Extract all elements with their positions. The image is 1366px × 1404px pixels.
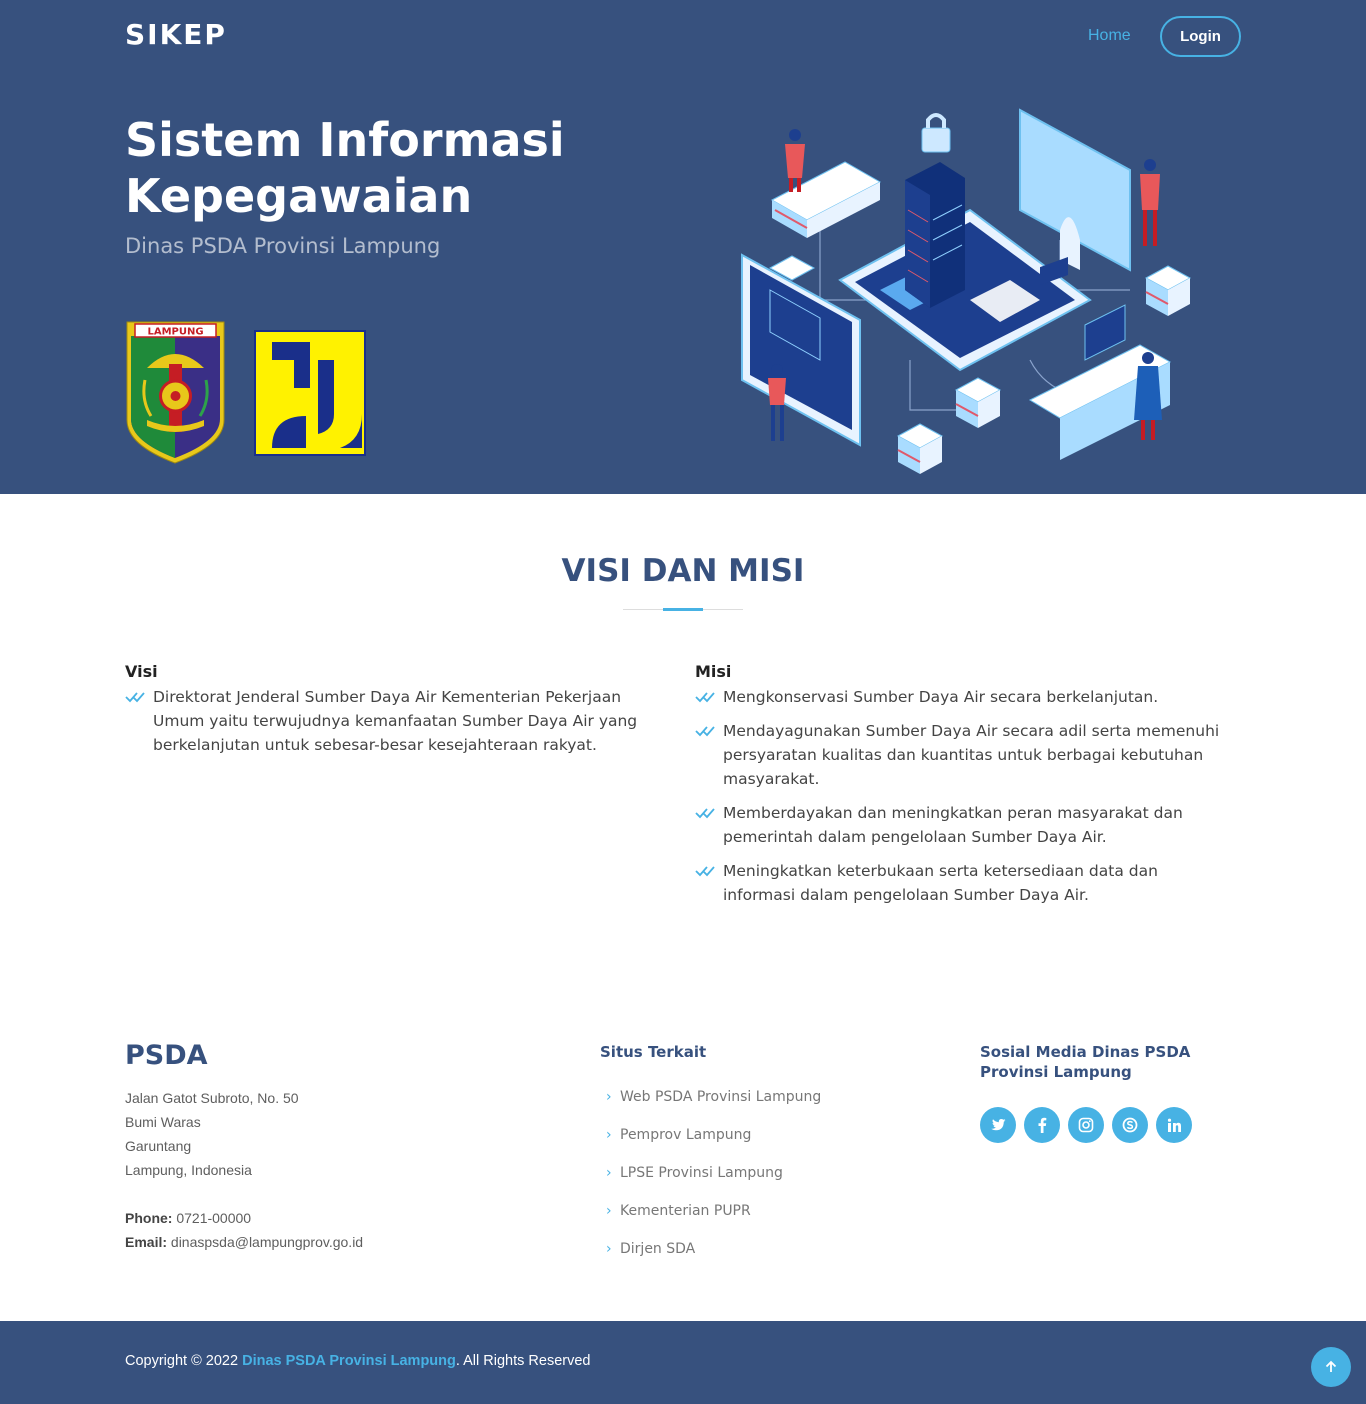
misi-item: Mengkonservasi Sumber Daya Air secara be… (695, 685, 1225, 709)
instagram-button[interactable] (1068, 1107, 1104, 1143)
chevron-right-icon: › (606, 1127, 612, 1143)
instagram-icon (1078, 1117, 1094, 1133)
address-line: Jalan Gatot Subroto, No. 50 (125, 1090, 299, 1106)
phone-label: Phone: (125, 1210, 173, 1226)
related-link-label: Pemprov Lampung (620, 1127, 752, 1143)
skype-icon (1122, 1117, 1138, 1133)
address-line: Bumi Waras (125, 1114, 201, 1130)
related-link-label: LPSE Provinsi Lampung (620, 1165, 783, 1181)
facebook-icon (1038, 1117, 1047, 1133)
misi-item: Mendayagunakan Sumber Daya Air secara ad… (695, 719, 1225, 791)
hero-section: SIKEP Home Login Sistem Informasi Kepega… (0, 0, 1366, 494)
misi-item: Memberdayakan dan meningkatkan peran mas… (695, 801, 1225, 849)
related-link-label: Kementerian PUPR (620, 1203, 751, 1219)
visi-item-text: Direktorat Jenderal Sumber Daya Air Keme… (153, 688, 638, 754)
facebook-button[interactable] (1024, 1107, 1060, 1143)
misi-heading: Misi (695, 662, 732, 681)
links-heading: Situs Terkait (600, 1043, 707, 1061)
copyright-suffix: . All Rights Reserved (455, 1353, 591, 1369)
related-link-label: Dirjen SDA (620, 1241, 696, 1257)
nav-home-link[interactable]: Home (1088, 27, 1131, 45)
footer-address: Jalan Gatot Subroto, No. 50 Bumi Waras G… (125, 1086, 299, 1182)
related-link[interactable]: › Dirjen SDA (606, 1230, 821, 1268)
hero-title: Sistem Informasi Kepegawaian (125, 113, 565, 223)
misi-item-text: Mendayagunakan Sumber Daya Air secara ad… (723, 722, 1220, 788)
related-link[interactable]: › LPSE Provinsi Lampung (606, 1154, 821, 1192)
visi-column: Visi Direktorat Jenderal Sumber Daya Air… (125, 662, 670, 767)
phone-row: Phone: 0721-00000 (125, 1206, 363, 1230)
twitter-button[interactable] (980, 1107, 1016, 1143)
back-to-top-button[interactable] (1311, 1347, 1351, 1387)
brand-logo[interactable]: SIKEP (125, 18, 227, 51)
related-link[interactable]: › Kementerian PUPR (606, 1192, 821, 1230)
address-line: Lampung, Indonesia (125, 1162, 252, 1178)
login-button[interactable]: Login (1160, 16, 1241, 57)
email-row: Email: dinaspsda@lampungprov.go.id (125, 1230, 363, 1254)
copyright-prefix: Copyright © 2022 (125, 1353, 243, 1369)
double-check-icon (695, 866, 715, 877)
address-line: Garuntang (125, 1138, 192, 1154)
misi-item-text: Memberdayakan dan meningkatkan peran mas… (723, 804, 1183, 846)
chevron-right-icon: › (606, 1203, 612, 1219)
pupr-logo (254, 330, 366, 456)
footer-contact: Phone: 0721-00000 Email: dinaspsda@lampu… (125, 1206, 363, 1254)
chevron-right-icon: › (606, 1165, 612, 1181)
title-accent-bar (663, 608, 703, 611)
misi-item-text: Meningkatkan keterbukaan serta ketersedi… (723, 862, 1158, 904)
related-link[interactable]: › Pemprov Lampung (606, 1116, 821, 1154)
double-check-icon (695, 808, 715, 819)
social-links (980, 1107, 1192, 1143)
misi-item-text: Mengkonservasi Sumber Daya Air secara be… (723, 688, 1159, 706)
linkedin-icon (1167, 1118, 1181, 1132)
skype-button[interactable] (1112, 1107, 1148, 1143)
visi-heading: Visi (125, 662, 158, 681)
misi-item: Meningkatkan keterbukaan serta ketersedi… (695, 859, 1225, 907)
double-check-icon (125, 692, 145, 703)
hero-illustration (741, 108, 1192, 474)
visi-item: Direktorat Jenderal Sumber Daya Air Keme… (125, 685, 670, 757)
misi-list: Mengkonservasi Sumber Daya Air secara be… (695, 685, 1225, 907)
arrow-up-icon (1325, 1360, 1337, 1372)
misi-column: Misi Mengkonservasi Sumber Daya Air seca… (695, 662, 1225, 917)
email-value: dinaspsda@lampungprov.go.id (170, 1234, 364, 1250)
copyright-org: Dinas PSDA Provinsi Lampung (242, 1353, 456, 1369)
copyright-text: Copyright © 2022 Dinas PSDA Provinsi Lam… (125, 1353, 590, 1369)
twitter-icon (991, 1119, 1006, 1131)
visi-list: Direktorat Jenderal Sumber Daya Air Keme… (125, 685, 670, 757)
double-check-icon (695, 726, 715, 737)
hero-subtitle: Dinas PSDA Provinsi Lampung (125, 234, 441, 258)
related-link[interactable]: › Web PSDA Provinsi Lampung (606, 1078, 821, 1116)
related-link-label: Web PSDA Provinsi Lampung (620, 1089, 822, 1105)
related-links-list: › Web PSDA Provinsi Lampung › Pemprov Lamp… (606, 1078, 821, 1268)
footer-brand: PSDA (125, 1040, 208, 1071)
section-title: VISI DAN MISI (561, 553, 805, 589)
lampung-crest-logo: LAMPUNG (126, 321, 225, 464)
social-heading: Sosial Media Dinas PSDA Provinsi Lampung (980, 1043, 1191, 1081)
svg-text:LAMPUNG: LAMPUNG (147, 327, 203, 338)
phone-value: 0721-00000 (176, 1210, 252, 1226)
chevron-right-icon: › (606, 1089, 612, 1105)
linkedin-button[interactable] (1156, 1107, 1192, 1143)
chevron-right-icon: › (606, 1241, 612, 1257)
email-label: Email: (125, 1234, 168, 1250)
double-check-icon (695, 692, 715, 703)
